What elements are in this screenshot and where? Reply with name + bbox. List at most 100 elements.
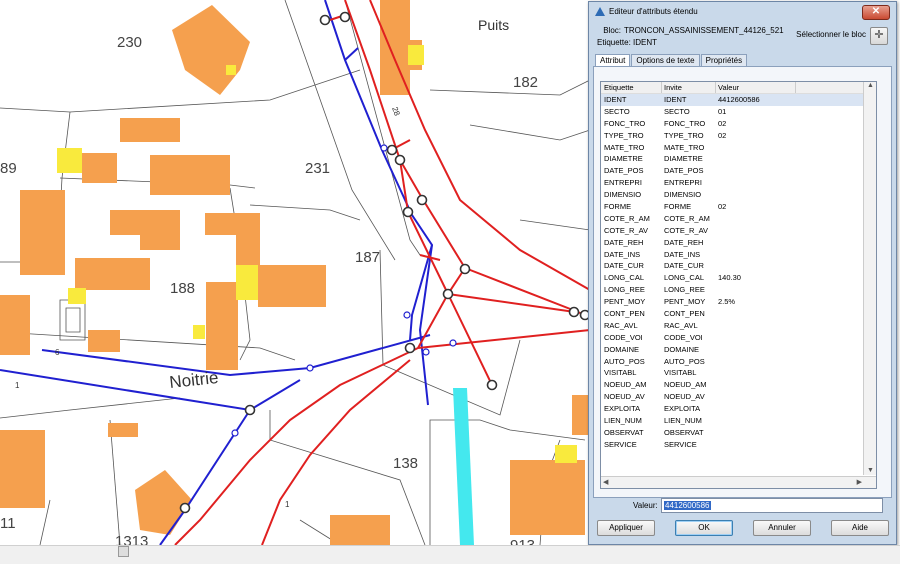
attribute-tag: OBSERVAT: [604, 427, 644, 437]
attribute-tag: LONG_CAL: [604, 273, 645, 283]
horizontal-scrollbar[interactable]: ◀ ▶: [601, 476, 876, 488]
map-small-label: 1: [15, 381, 20, 390]
attribute-row[interactable]: VISITABL VISITABL: [601, 367, 876, 379]
column-prompt[interactable]: Invite: [662, 82, 716, 93]
attribute-row[interactable]: CODE_VOI CODE_VOI: [601, 332, 876, 344]
select-block-button[interactable]: ✛: [870, 27, 888, 45]
attribute-prompt: DIMENSIO: [664, 190, 702, 200]
scroll-left-icon[interactable]: ◀: [603, 478, 608, 486]
attribute-tag: ENTREPRI: [604, 178, 642, 188]
attribute-value: [716, 260, 796, 272]
attribute-row[interactable]: COTE_R_AV COTE_R_AV: [601, 225, 876, 237]
attribute-row[interactable]: EXPLOITA EXPLOITA: [601, 403, 876, 415]
attribute-row[interactable]: ENTREPRI ENTREPRI: [601, 177, 876, 189]
place-name: Puits: [478, 17, 509, 33]
attribute-prompt: COTE_R_AV: [664, 225, 709, 235]
scroll-down-icon[interactable]: ▼: [867, 467, 874, 474]
attribute-row[interactable]: DOMAINE DOMAINE: [601, 344, 876, 356]
attribute-row[interactable]: FORME FORME 02: [601, 201, 876, 213]
attribute-prompt: MATE_TRO: [664, 142, 705, 152]
column-value[interactable]: Valeur: [716, 82, 796, 93]
ok-button[interactable]: OK: [675, 520, 733, 536]
attribute-value: [716, 415, 796, 427]
attribute-prompt: VISITABL: [664, 368, 697, 378]
attribute-prompt: DIAMETRE: [664, 154, 703, 164]
attribute-row[interactable]: FONC_TRO FONC_TRO 02: [601, 118, 876, 130]
attribute-row[interactable]: OBSERVAT OBSERVAT: [601, 427, 876, 439]
attribute-row[interactable]: TYPE_TRO TYPE_TRO 02: [601, 130, 876, 142]
attribute-row[interactable]: SECTO SECTO 01: [601, 106, 876, 118]
attribute-tag: SERVICE: [604, 439, 637, 449]
dialog-title: Editeur d'attributs étendu: [609, 7, 698, 16]
value-input[interactable]: 4412600586: [661, 498, 883, 513]
apply-button[interactable]: Appliquer: [597, 520, 655, 536]
attribute-value: 2.5%: [718, 297, 736, 307]
attribute-row[interactable]: SERVICE SERVICE: [601, 439, 876, 451]
list-header: Etiquette Invite Valeur: [601, 82, 876, 94]
attribute-row[interactable]: NOEUD_AM NOEUD_AM: [601, 379, 876, 391]
attribute-row[interactable]: DIAMETRE DIAMETRE: [601, 153, 876, 165]
attribute-value: [716, 403, 796, 415]
attribute-row[interactable]: LONG_CAL LONG_CAL 140.30: [601, 272, 876, 284]
dialog-titlebar[interactable]: Editeur d'attributs étendu ✕: [589, 2, 896, 22]
map-small-label: 6: [55, 348, 60, 357]
attribute-value: [716, 284, 796, 296]
parcel-label: 11: [0, 515, 16, 532]
attribute-prompt: OBSERVAT: [664, 427, 704, 437]
attribute-row[interactable]: MATE_TRO MATE_TRO: [601, 142, 876, 154]
attribute-value: [716, 249, 796, 261]
attribute-row[interactable]: PENT_MOY PENT_MOY 2.5%: [601, 296, 876, 308]
attribute-tag: PENT_MOY: [604, 297, 646, 307]
attribute-row[interactable]: IDENT IDENT 4412600586: [601, 94, 876, 106]
column-tag[interactable]: Etiquette: [601, 82, 662, 93]
vertical-scrollbar[interactable]: ▲ ▼: [863, 82, 876, 475]
parcel-label: 230: [117, 34, 142, 51]
attribute-row[interactable]: DATE_INS DATE_INS: [601, 249, 876, 261]
attribute-value: [716, 344, 796, 356]
scroll-up-icon[interactable]: ▲: [867, 82, 874, 89]
attribute-list[interactable]: Etiquette Invite Valeur IDENT IDENT 441260…: [600, 81, 877, 489]
attribute-value: [716, 427, 796, 439]
attribute-tag: CONT_PEN: [604, 309, 645, 319]
map-small-label: 1: [285, 500, 290, 509]
attribute-value: [716, 142, 796, 154]
attribute-value: 140.30: [718, 273, 741, 283]
attribute-row[interactable]: DATE_POS DATE_POS: [601, 165, 876, 177]
attribute-row[interactable]: COTE_R_AM COTE_R_AM: [601, 213, 876, 225]
value-text: 4412600586: [664, 501, 711, 510]
tag-key: Etiquette:: [597, 38, 631, 47]
attribute-prompt: COTE_R_AM: [664, 213, 710, 223]
close-icon: ✕: [871, 6, 881, 17]
attribute-prompt: FONC_TRO: [664, 118, 706, 128]
value-row: Valeur: 4412600586: [593, 498, 890, 514]
attribute-prompt: SERVICE: [664, 439, 697, 449]
block-name: TRONCON_ASSAINISSEMENT_44126_521: [624, 26, 784, 35]
attribute-row[interactable]: DATE_CUR DATE_CUR: [601, 260, 876, 272]
attribute-row[interactable]: NOEUD_AV NOEUD_AV: [601, 391, 876, 403]
help-button[interactable]: Aide: [831, 520, 889, 536]
cancel-button[interactable]: Annuler: [753, 520, 811, 536]
block-key: Bloc:: [603, 26, 621, 35]
close-button[interactable]: ✕: [862, 5, 890, 20]
attribute-prompt: ENTREPRI: [664, 178, 702, 188]
attribute-value: [716, 165, 796, 177]
attribute-tag: LIEN_NUM: [604, 416, 642, 426]
scroll-right-icon[interactable]: ▶: [857, 478, 862, 486]
attribute-prompt: FORME: [664, 202, 692, 212]
attribute-tag: CODE_VOI: [604, 332, 643, 342]
zoom-slider-handle[interactable]: [118, 546, 129, 557]
attribute-row[interactable]: DATE_REH DATE_REH: [601, 237, 876, 249]
attribute-row[interactable]: CONT_PEN CONT_PEN: [601, 308, 876, 320]
attribute-row[interactable]: RAC_AVL RAC_AVL: [601, 320, 876, 332]
attribute-prompt: RAC_AVL: [664, 320, 698, 330]
attribute-row[interactable]: LONG_REE LONG_REE: [601, 284, 876, 296]
attribute-tag: EXPLOITA: [604, 404, 641, 414]
attribute-row[interactable]: DIMENSIO DIMENSIO: [601, 189, 876, 201]
button-bar: Appliquer OK Annuler Aide: [595, 520, 889, 536]
attribute-rows: IDENT IDENT 4412600586 SECTO SECTO 01 FONC_TRO…: [601, 94, 876, 451]
attribute-prompt: DOMAINE: [664, 344, 700, 354]
attribute-prompt: DATE_REH: [664, 237, 704, 247]
attribute-row[interactable]: AUTO_POS AUTO_POS: [601, 356, 876, 368]
attribute-row[interactable]: LIEN_NUM LIEN_NUM: [601, 415, 876, 427]
attribute-panel: Etiquette Invite Valeur IDENT IDENT 441260…: [593, 66, 892, 498]
